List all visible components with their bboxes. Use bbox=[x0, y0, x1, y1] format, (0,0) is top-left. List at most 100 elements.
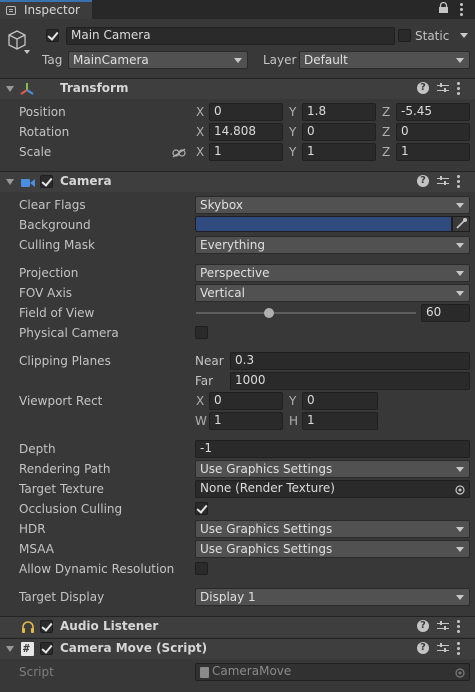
preset-icon[interactable] bbox=[437, 82, 449, 94]
foldout-arrow[interactable] bbox=[6, 646, 14, 652]
viewport-h-field[interactable]: 1 bbox=[302, 412, 378, 430]
tab-inspector[interactable]: Inspector bbox=[0, 0, 92, 19]
lock-icon[interactable] bbox=[438, 1, 449, 14]
projection-label: Projection bbox=[19, 266, 79, 280]
viewport-h-label[interactable]: H bbox=[289, 414, 298, 428]
msaa-dropdown[interactable]: Use Graphics Settings bbox=[195, 540, 470, 558]
static-checkbox[interactable] bbox=[398, 29, 411, 42]
viewport-x-field[interactable]: 0 bbox=[209, 392, 283, 410]
kebab-menu-icon[interactable] bbox=[457, 642, 460, 657]
fov-axis-dropdown[interactable]: Vertical bbox=[195, 284, 470, 302]
preset-icon[interactable] bbox=[437, 175, 449, 187]
axis-x-label[interactable]: X bbox=[196, 125, 204, 139]
gameobject-cube-icon[interactable] bbox=[6, 28, 30, 56]
axis-z-label[interactable]: Z bbox=[382, 145, 390, 159]
axis-x-label[interactable]: X bbox=[196, 105, 204, 119]
viewport-y-label[interactable]: Y bbox=[289, 394, 296, 408]
rendering-path-dropdown[interactable]: Use Graphics Settings bbox=[195, 460, 470, 478]
fov-slider-thumb[interactable] bbox=[263, 308, 274, 318]
culling-mask-dropdown[interactable]: Everything bbox=[195, 236, 470, 254]
scale-z-field[interactable]: 1 bbox=[396, 143, 470, 161]
rotation-y-field[interactable]: 0 bbox=[302, 123, 376, 141]
help-icon[interactable]: ? bbox=[417, 175, 429, 187]
target-texture-field[interactable]: None (Render Texture) bbox=[195, 480, 470, 498]
scale-x-field[interactable]: 1 bbox=[209, 143, 283, 161]
depth-field[interactable]: -1 bbox=[195, 440, 470, 458]
camera-move-enabled-checkbox[interactable] bbox=[40, 642, 53, 655]
script-icon: # bbox=[21, 642, 34, 656]
chevron-down-icon bbox=[456, 243, 464, 248]
far-label[interactable]: Far bbox=[195, 374, 213, 388]
target-display-dropdown[interactable]: Display 1 bbox=[195, 588, 470, 606]
clear-flags-dropdown[interactable]: Skybox bbox=[195, 196, 470, 214]
chevron-down-icon bbox=[456, 58, 464, 63]
foldout-arrow[interactable] bbox=[6, 86, 14, 92]
tab-title: Inspector bbox=[24, 3, 80, 17]
rotation-x-field[interactable]: 14.808 bbox=[209, 123, 283, 141]
kebab-menu-icon[interactable] bbox=[457, 620, 460, 635]
camera-enabled-checkbox[interactable] bbox=[40, 175, 53, 188]
help-icon[interactable]: ? bbox=[417, 82, 429, 94]
rotation-z-field[interactable]: 0 bbox=[396, 123, 470, 141]
viewport-x-label[interactable]: X bbox=[196, 394, 204, 408]
position-x-field[interactable]: 0 bbox=[209, 103, 283, 121]
clear-flags-value: Skybox bbox=[200, 198, 243, 212]
fov-value-field[interactable]: 60 bbox=[421, 304, 470, 322]
tag-dropdown[interactable]: MainCamera bbox=[68, 51, 248, 69]
axis-z-label[interactable]: Z bbox=[382, 105, 390, 119]
preset-icon[interactable] bbox=[437, 620, 449, 632]
axis-x-label[interactable]: X bbox=[196, 145, 204, 159]
name-field[interactable]: Main Camera bbox=[66, 27, 395, 45]
axis-y-label[interactable]: Y bbox=[289, 145, 296, 159]
fov-axis-label: FOV Axis bbox=[19, 286, 73, 300]
near-clip-field[interactable]: 0.3 bbox=[230, 352, 470, 370]
object-picker-icon[interactable] bbox=[455, 484, 465, 495]
camera-move-header[interactable]: # Camera Move (Script) ? bbox=[0, 638, 475, 659]
foldout-arrow[interactable] bbox=[6, 179, 14, 185]
transform-header[interactable]: Transform ? bbox=[0, 78, 475, 99]
background-color-swatch[interactable] bbox=[195, 216, 452, 232]
active-checkbox[interactable] bbox=[46, 29, 59, 42]
camera-icon bbox=[21, 177, 35, 187]
viewport-w-label[interactable]: W bbox=[195, 414, 207, 428]
occlusion-culling-checkbox[interactable] bbox=[195, 502, 208, 515]
kebab-menu-icon[interactable] bbox=[460, 3, 463, 16]
static-dropdown-arrow[interactable] bbox=[460, 33, 468, 38]
layer-label: Layer bbox=[263, 53, 297, 67]
scale-y-field[interactable]: 1 bbox=[302, 143, 376, 161]
constrain-scale-icon[interactable] bbox=[172, 147, 186, 158]
dynamic-resolution-checkbox[interactable] bbox=[195, 562, 208, 575]
help-icon[interactable]: ? bbox=[417, 620, 429, 632]
dynamic-resolution-label: Allow Dynamic Resolution bbox=[19, 562, 175, 576]
axis-y-label[interactable]: Y bbox=[289, 105, 296, 119]
audio-listener-enabled-checkbox[interactable] bbox=[40, 620, 53, 633]
clear-flags-label: Clear Flags bbox=[19, 198, 86, 212]
viewport-y-field[interactable]: 0 bbox=[302, 392, 378, 410]
hdr-dropdown[interactable]: Use Graphics Settings bbox=[195, 520, 470, 538]
position-z-field[interactable]: -5.45 bbox=[396, 103, 470, 121]
viewport-w-field[interactable]: 1 bbox=[209, 412, 283, 430]
axis-y-label[interactable]: Y bbox=[289, 125, 296, 139]
near-label[interactable]: Near bbox=[195, 354, 224, 368]
kebab-menu-icon[interactable] bbox=[457, 175, 460, 190]
eyedropper-icon[interactable] bbox=[452, 216, 470, 232]
axis-z-label[interactable]: Z bbox=[382, 125, 390, 139]
camera-header[interactable]: Camera ? bbox=[0, 171, 475, 192]
preset-icon[interactable] bbox=[437, 642, 449, 654]
projection-value: Perspective bbox=[200, 266, 270, 280]
chevron-down-icon bbox=[234, 58, 242, 63]
audio-listener-header[interactable]: Audio Listener ? bbox=[0, 616, 475, 637]
kebab-menu-icon[interactable] bbox=[457, 82, 460, 97]
clipping-planes-label: Clipping Planes bbox=[19, 354, 111, 368]
occlusion-culling-label: Occlusion Culling bbox=[19, 502, 123, 516]
scale-label: Scale bbox=[19, 145, 52, 159]
layer-dropdown[interactable]: Default bbox=[299, 51, 470, 69]
hdr-value: Use Graphics Settings bbox=[200, 522, 333, 536]
projection-dropdown[interactable]: Perspective bbox=[195, 264, 470, 282]
help-icon[interactable]: ? bbox=[417, 642, 429, 654]
position-y-field[interactable]: 1.8 bbox=[302, 103, 376, 121]
fov-slider-track[interactable] bbox=[196, 312, 416, 314]
far-clip-field[interactable]: 1000 bbox=[230, 372, 470, 390]
position-label: Position bbox=[19, 105, 66, 119]
physical-camera-checkbox[interactable] bbox=[195, 326, 208, 339]
